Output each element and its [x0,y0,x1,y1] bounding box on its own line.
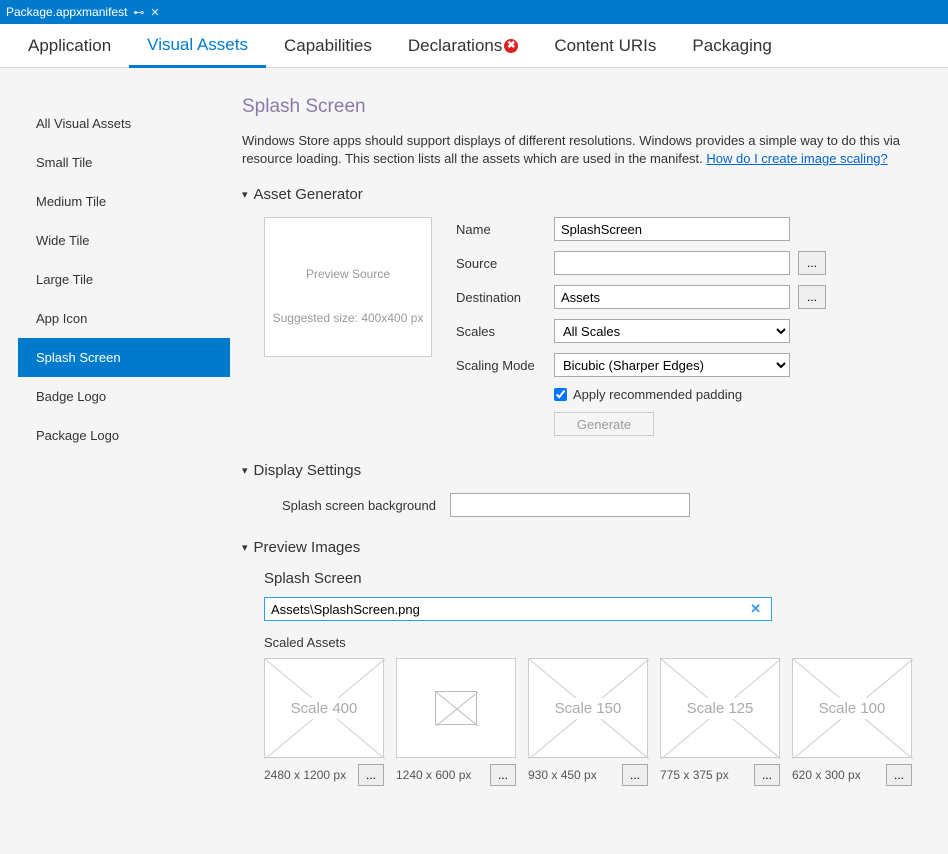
thumb-label: Scale 150 [551,698,626,719]
thumb-existing-image [435,691,477,725]
thumb-scale-400: Scale 400 2480 x 1200 px ... [264,658,384,786]
section-preview-images[interactable]: ▾ Preview Images [242,539,936,556]
thumb-size: 2480 x 1200 px [264,768,346,782]
chevron-down-icon: ▾ [242,541,248,554]
thumb-label: Scale 400 [287,698,362,719]
section-display-settings[interactable]: ▾ Display Settings [242,462,936,479]
name-label: Name [456,222,546,237]
chevron-down-icon: ▾ [242,188,248,201]
error-icon: ✖ [504,39,518,53]
document-tab[interactable]: Package.appxmanifest ⊷ ✕ [0,0,166,24]
sidebar-item-large-tile[interactable]: Large Tile [18,260,230,299]
scaled-assets-row: Scale 400 2480 x 1200 px ... 1240 x 60 [264,658,936,786]
thumb-box[interactable]: Scale 150 [528,658,648,758]
sidebar-item-wide-tile[interactable]: Wide Tile [18,221,230,260]
top-nav: Application Visual Assets Capabilities D… [0,24,948,68]
splash-bg-input[interactable] [450,493,690,517]
scaled-assets-label: Scaled Assets [264,635,936,650]
source-browse-button[interactable]: ... [798,251,826,275]
chevron-down-icon: ▾ [242,464,248,477]
tab-packaging[interactable]: Packaging [674,24,789,67]
thumb-browse-button[interactable]: ... [754,764,780,786]
splash-path-field[interactable]: ✕ [264,597,772,621]
tab-capabilities[interactable]: Capabilities [266,24,390,67]
thumb-label: Scale 125 [683,698,758,719]
thumb-browse-button[interactable]: ... [622,764,648,786]
sidebar-item-package-logo[interactable]: Package Logo [18,416,230,455]
document-tab-bar: Package.appxmanifest ⊷ ✕ [0,0,948,24]
source-input[interactable] [554,251,790,275]
name-input[interactable] [554,217,790,241]
thumb-browse-button[interactable]: ... [358,764,384,786]
source-label: Source [456,256,546,271]
sidebar-item-small-tile[interactable]: Small Tile [18,143,230,182]
page-title: Splash Screen [242,96,936,118]
clear-icon[interactable]: ✕ [746,601,765,617]
sidebar-item-app-icon[interactable]: App Icon [18,299,230,338]
tab-content-uris[interactable]: Content URIs [536,24,674,67]
apply-padding-checkbox[interactable] [554,388,567,401]
sidebar: All Visual Assets Small Tile Medium Tile… [0,68,230,854]
thumb-scale-100: Scale 100 620 x 300 px ... [792,658,912,786]
intro-text: Windows Store apps should support displa… [242,132,936,168]
thumb-box[interactable]: Scale 400 [264,658,384,758]
thumb-size: 620 x 300 px [792,768,861,782]
thumb-browse-button[interactable]: ... [490,764,516,786]
tab-declarations[interactable]: Declarations✖ [390,24,537,67]
tab-application[interactable]: Application [10,24,129,67]
preview-images-subtitle: Splash Screen [264,570,936,587]
preview-source-box[interactable]: Preview Source Suggested size: 400x400 p… [264,217,432,357]
destination-input[interactable] [554,285,790,309]
section-asset-generator[interactable]: ▾ Asset Generator [242,186,936,203]
thumb-box[interactable]: Scale 125 [660,658,780,758]
thumb-scale-150: Scale 150 930 x 450 px ... [528,658,648,786]
tab-visual-assets[interactable]: Visual Assets [129,24,266,68]
thumb-size: 1240 x 600 px [396,768,471,782]
scaling-mode-select[interactable]: Bicubic (Sharper Edges) [554,353,790,377]
destination-label: Destination [456,290,546,305]
sidebar-item-all-visual-assets[interactable]: All Visual Assets [18,104,230,143]
close-icon[interactable]: ✕ [150,6,159,19]
thumb-scale-200: 1240 x 600 px ... [396,658,516,786]
apply-padding-label: Apply recommended padding [573,387,742,402]
splash-bg-label: Splash screen background [282,498,436,513]
sidebar-item-medium-tile[interactable]: Medium Tile [18,182,230,221]
thumb-box[interactable] [396,658,516,758]
destination-browse-button[interactable]: ... [798,285,826,309]
thumb-label: Scale 100 [815,698,890,719]
thumb-browse-button[interactable]: ... [886,764,912,786]
preview-source-label: Preview Source [306,267,390,281]
thumb-scale-125: Scale 125 775 x 375 px ... [660,658,780,786]
scaling-mode-label: Scaling Mode [456,358,546,373]
splash-path-input[interactable] [271,602,746,617]
generate-button: Generate [554,412,654,436]
thumb-box[interactable]: Scale 100 [792,658,912,758]
main-content: Splash Screen Windows Store apps should … [230,68,948,854]
scales-select[interactable]: All Scales [554,319,790,343]
intro-link[interactable]: How do I create image scaling? [706,151,887,166]
sidebar-item-badge-logo[interactable]: Badge Logo [18,377,230,416]
preview-suggested-size: Suggested size: 400x400 px [273,311,424,325]
pin-icon[interactable]: ⊷ [133,6,144,19]
document-tab-title: Package.appxmanifest [6,5,127,19]
asset-generator-form: Name Source ... Destination ... Scales A… [456,217,830,436]
thumb-size: 930 x 450 px [528,768,597,782]
scales-label: Scales [456,324,546,339]
sidebar-item-splash-screen[interactable]: Splash Screen [18,338,230,377]
thumb-size: 775 x 375 px [660,768,729,782]
